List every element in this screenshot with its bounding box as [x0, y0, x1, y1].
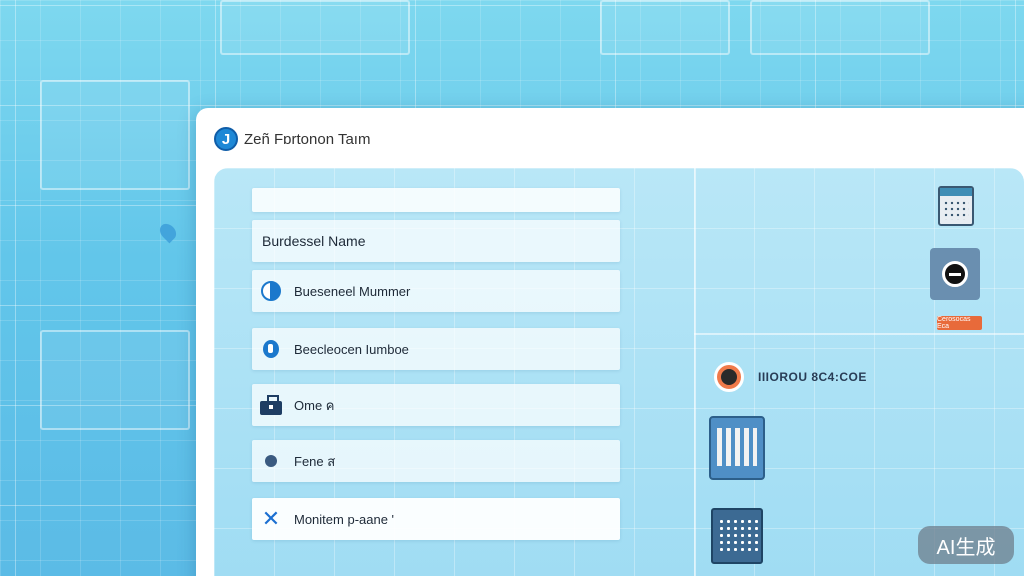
app-title: Zeñ Fɒrtonon Taım — [244, 130, 371, 148]
title-bar: J Zeñ Fɒrtonon Taım — [196, 108, 1024, 170]
briefcase-icon — [260, 394, 282, 416]
record-icon — [942, 261, 968, 287]
column-divider — [694, 168, 696, 576]
status-badge: Cerosocas Eca — [937, 316, 982, 330]
dot-icon — [260, 450, 282, 472]
location-icon — [260, 338, 282, 360]
background-panel — [600, 0, 730, 55]
field-label: Bueseneel Mummer — [294, 283, 411, 299]
record-button[interactable] — [930, 248, 980, 300]
row-divider — [694, 333, 1024, 335]
monitor-phone-field[interactable]: ✕ Monitem p-aane ' — [252, 498, 620, 540]
user-label: IIIOROU 8C4:COE — [758, 370, 867, 384]
form-area: Burdessel Name Bueseneel Mummer Beecleoc… — [214, 168, 1024, 576]
field-label: Fene ส — [294, 453, 336, 469]
contact-icon — [260, 280, 282, 302]
blank-field[interactable] — [252, 188, 620, 212]
background-panel — [220, 0, 410, 55]
fee-field[interactable]: Fene ส — [252, 440, 620, 482]
background-panel — [40, 330, 190, 430]
field-label: Beecleocen Iumboe — [294, 341, 409, 357]
field-label: Burdessel Name — [262, 233, 366, 249]
calendar-icon[interactable] — [938, 186, 974, 226]
background-panel — [750, 0, 930, 55]
business-name-field[interactable]: Burdessel Name — [252, 220, 620, 262]
registration-number-field[interactable]: Beecleocen Iumboe — [252, 328, 620, 370]
office-field[interactable]: Ome ค — [252, 384, 620, 426]
field-label: Monitem p-aane ' — [294, 511, 395, 527]
background-panel — [40, 80, 190, 190]
user-row[interactable]: IIIOROU 8C4:COE — [714, 362, 867, 392]
field-label: Ome ค — [294, 397, 335, 413]
app-logo-icon: J — [214, 127, 238, 151]
watermark-badge: AI生成 — [918, 526, 1014, 564]
business-number-field[interactable]: Bueseneel Mummer — [252, 270, 620, 312]
app-window: J Zeñ Fɒrtonon Taım Burdessel Name Buese… — [196, 108, 1024, 576]
avatar — [714, 362, 744, 392]
device-icon[interactable] — [709, 416, 765, 480]
close-icon[interactable]: ✕ — [260, 508, 282, 530]
keypad-icon[interactable] — [711, 508, 763, 564]
